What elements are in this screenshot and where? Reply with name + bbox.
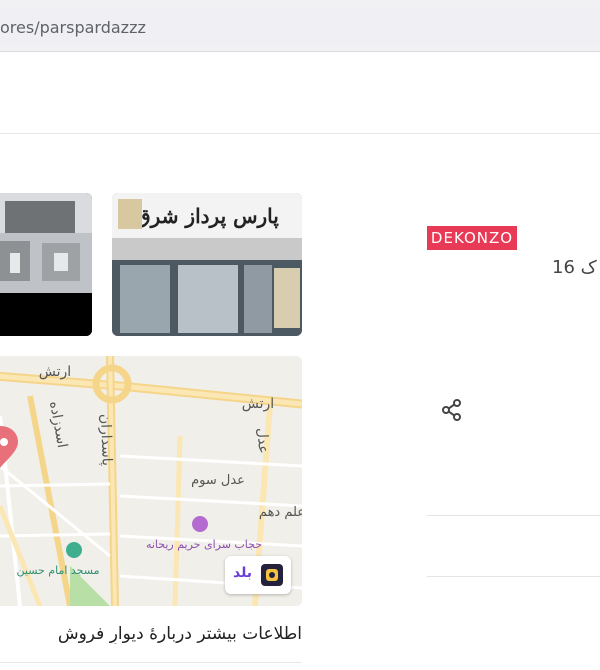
divider <box>0 662 302 663</box>
map-label-adl-sevom: عدل سوم <box>191 473 245 488</box>
map-label-pasdaran: پاسداران <box>97 414 115 467</box>
balad-label: بلد <box>233 565 253 581</box>
balad-logo-icon <box>261 564 283 586</box>
item-count: ک 16 <box>552 257 597 278</box>
share-button[interactable] <box>440 398 464 422</box>
address-url[interactable]: ores/parspardazzz <box>0 18 146 37</box>
storefront-sign: پارس پرداز شرق <box>135 204 279 229</box>
map-label-artesh-left: ارتش <box>39 364 71 380</box>
map-label-elm-dahom: علم دهم <box>259 505 302 520</box>
browser-toolbar: ores/parspardazzz <box>0 0 600 52</box>
divider <box>427 515 600 516</box>
learn-more-text[interactable]: اطلاعات بیشتر دربارهٔ دیوارِ فروش <box>58 624 302 644</box>
map-label-masjed: مسجد امام حسین <box>17 564 100 577</box>
map-label-artesh-right: ارتش <box>242 396 274 412</box>
map-label-adl: عدل <box>254 428 271 454</box>
divider <box>427 576 600 577</box>
balad-map-badge[interactable]: بلد <box>225 556 291 594</box>
store-photo-storefront[interactable]: پارس پرداز شرق <box>112 193 302 336</box>
brand-logo-text: DEKONZO <box>430 229 514 247</box>
map-label-hejab: حجاب سرای حریم ریحانه <box>146 538 262 551</box>
page-header <box>0 52 600 134</box>
store-photo-interior[interactable] <box>0 193 92 336</box>
brand-logo: DEKONZO <box>427 226 517 250</box>
learn-more-link[interactable]: اطلاعات بیشتر دربارهٔ دیوارِ فروش <box>0 624 302 644</box>
share-icon <box>442 399 461 421</box>
